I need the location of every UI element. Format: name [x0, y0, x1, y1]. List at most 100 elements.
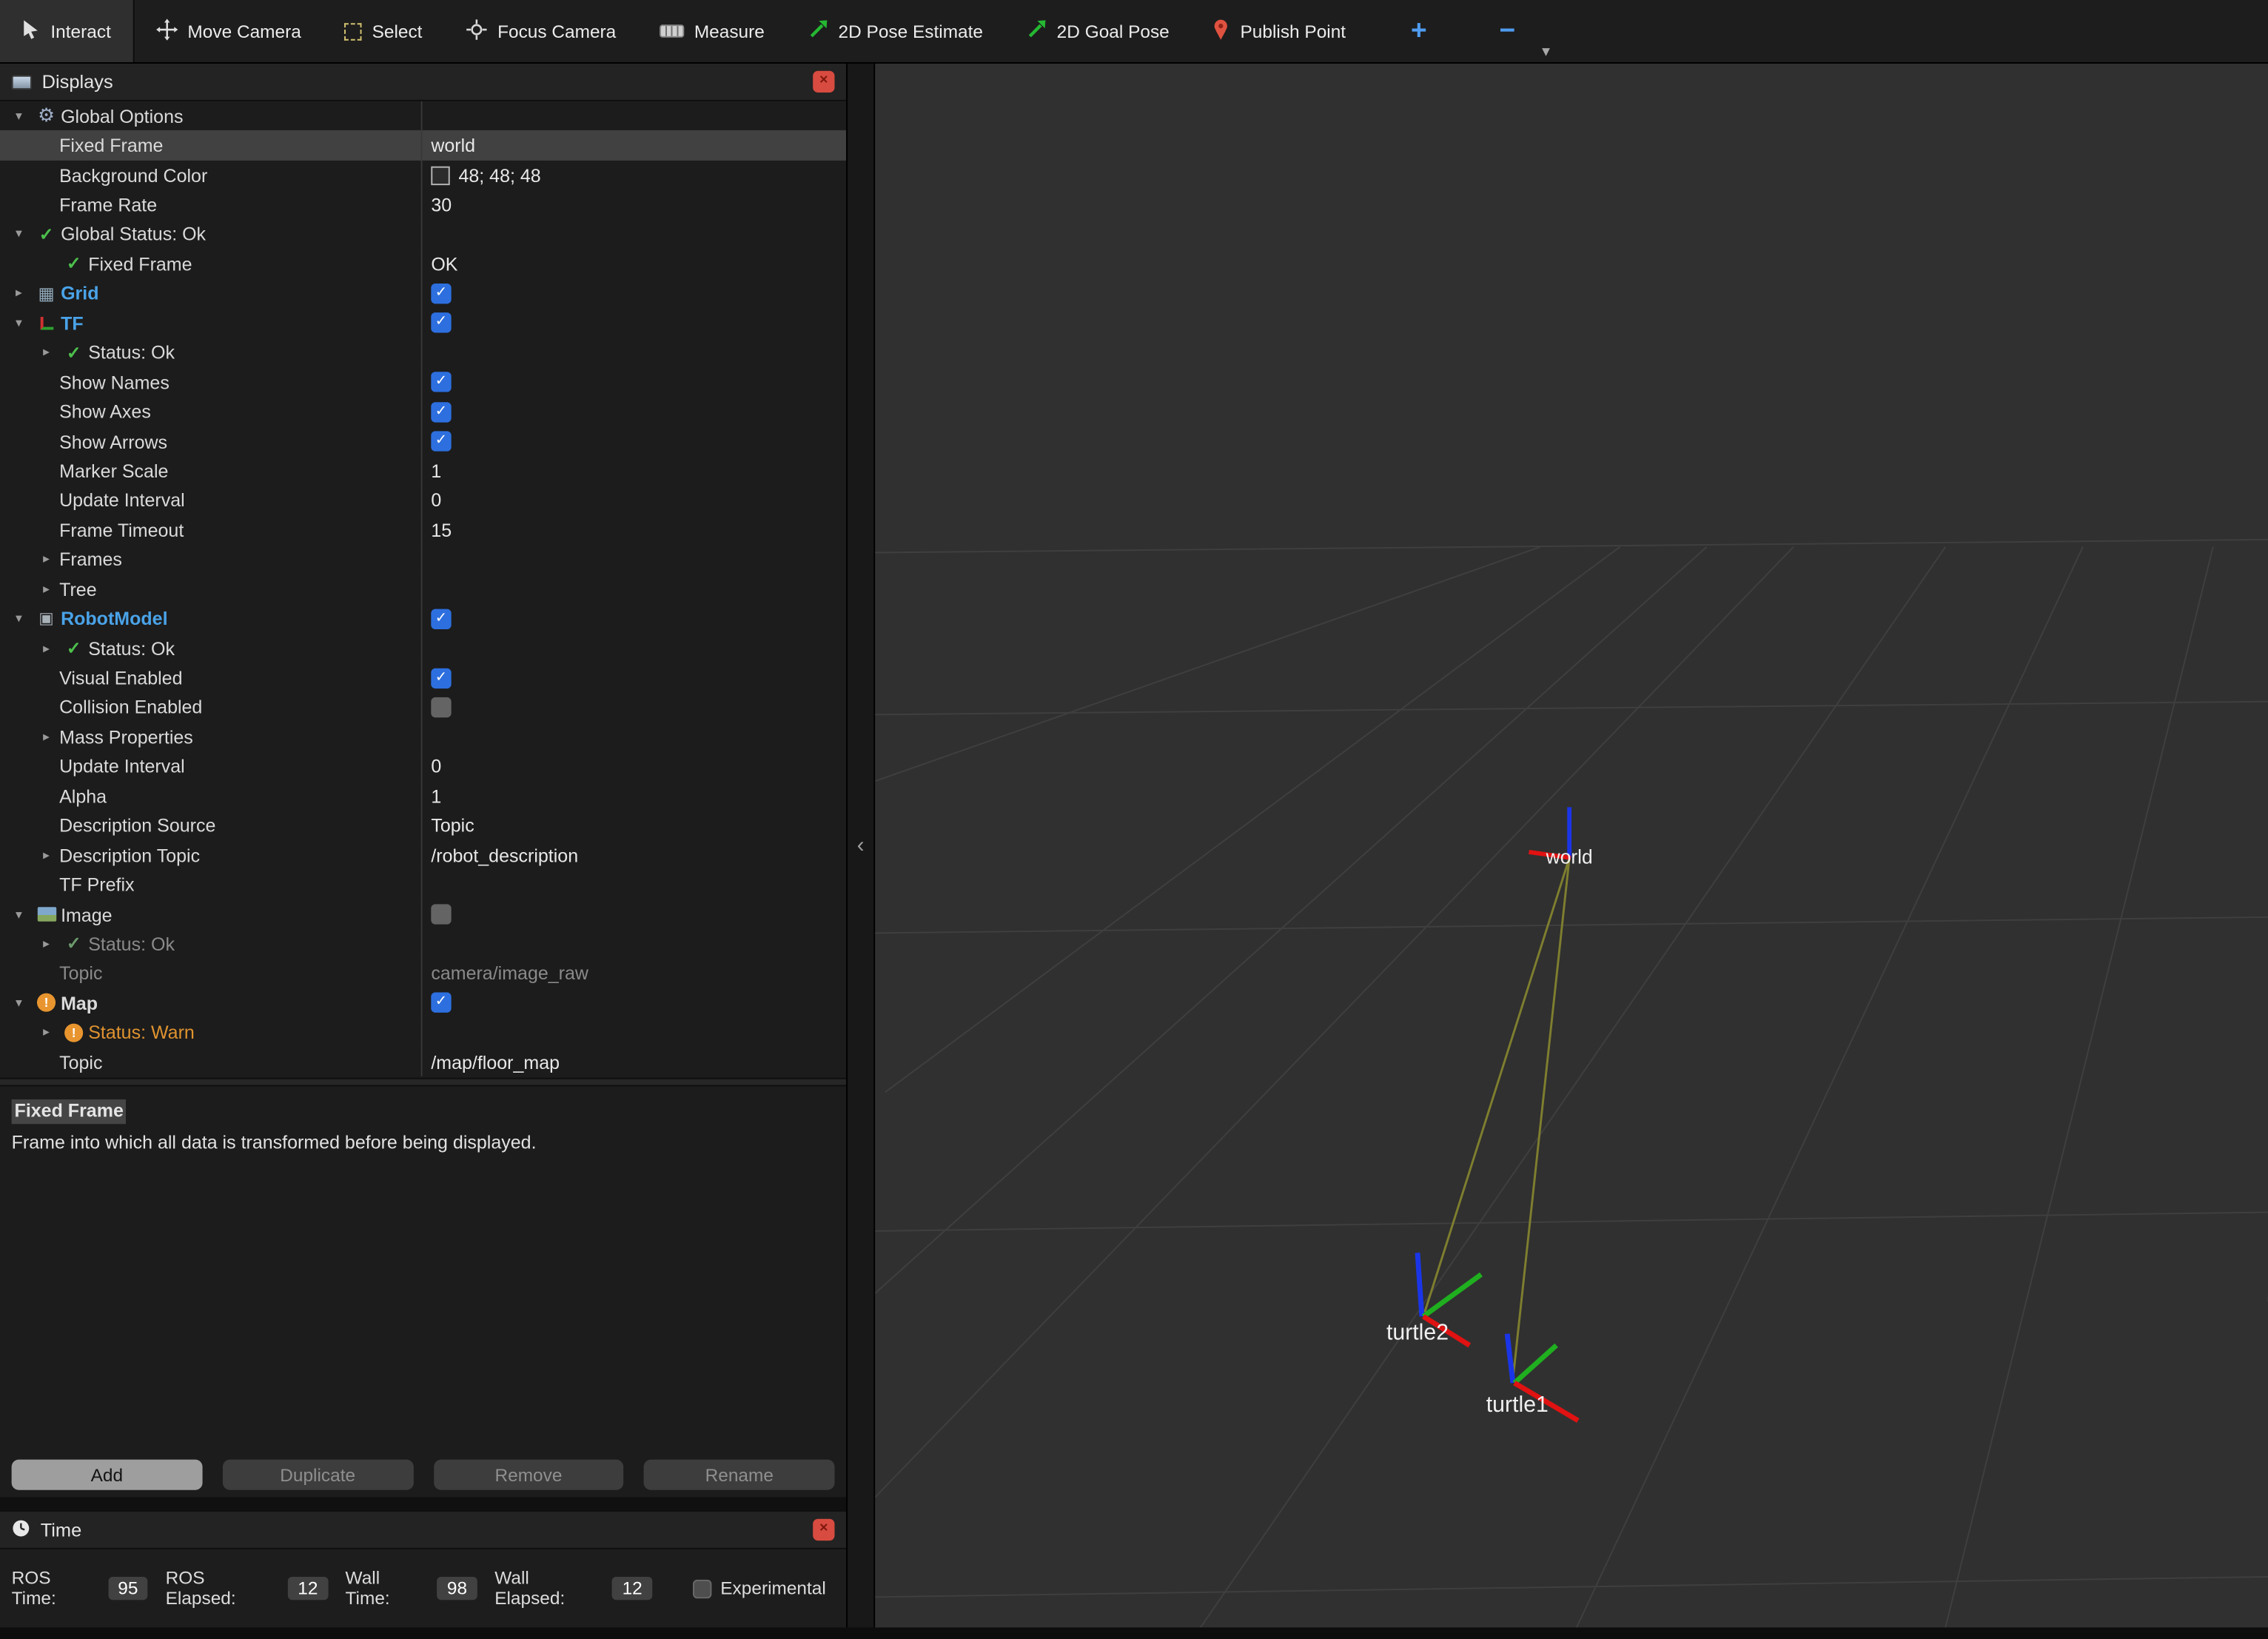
property-value[interactable]: 0: [431, 756, 441, 777]
tree-row-marker-scale[interactable]: Marker Scale 1: [0, 456, 846, 486]
property-value-cell[interactable]: ✓: [423, 278, 847, 308]
property-value[interactable]: world: [431, 135, 475, 156]
tool-2d-pose-estimate[interactable]: 2D Pose Estimate: [786, 0, 1004, 62]
property-value-cell[interactable]: [423, 338, 847, 367]
tree-row-update-interval[interactable]: Update Interval 0: [0, 485, 846, 515]
tool-measure[interactable]: Measure: [638, 0, 787, 62]
ros-time-value[interactable]: 95: [107, 1576, 149, 1601]
add-tool-button[interactable]: +: [1394, 0, 1445, 62]
3d-viewport[interactable]: world turtle2 turtle1: [875, 63, 2268, 1628]
property-value-cell[interactable]: [423, 899, 847, 929]
property-value-cell[interactable]: ✓: [423, 397, 847, 426]
property-value-cell[interactable]: camera/image_raw: [423, 959, 847, 988]
remove-tool-button[interactable]: −: [1482, 0, 1533, 62]
enabled-checkbox[interactable]: ✓: [431, 993, 452, 1013]
property-value-cell[interactable]: 15: [423, 515, 847, 545]
property-value-cell[interactable]: [423, 634, 847, 663]
tool-focus-camera[interactable]: Focus Camera: [444, 0, 638, 62]
property-value-cell[interactable]: ✓: [423, 604, 847, 634]
tree-row-global-options[interactable]: ▾ ⚙ Global Options: [0, 101, 846, 131]
rename-button[interactable]: Rename: [644, 1459, 835, 1490]
tree-row-topic[interactable]: Topic camera/image_raw: [0, 958, 847, 988]
tool-select[interactable]: Select: [323, 0, 444, 62]
tree-row-visual-enabled[interactable]: Visual Enabled ✓: [0, 663, 846, 693]
property-value[interactable]: Topic: [431, 815, 474, 837]
property-value-cell[interactable]: ✓: [423, 663, 847, 693]
enabled-checkbox[interactable]: ✓: [431, 401, 452, 422]
enabled-checkbox[interactable]: [431, 904, 452, 925]
tree-row-status-ok[interactable]: ▸ ✓ Status: Ok: [0, 633, 847, 663]
property-value-cell[interactable]: [423, 1018, 847, 1048]
tree-row-status-ok[interactable]: ▸ ✓ Status: Ok: [0, 338, 847, 368]
expander-icon[interactable]: ▸: [33, 936, 59, 951]
tool-publish-point[interactable]: Publish Point: [1191, 0, 1367, 62]
property-value-cell[interactable]: ✓: [423, 426, 847, 456]
collapse-chevron-icon[interactable]: ‹: [857, 834, 865, 858]
tool-move-camera[interactable]: Move Camera: [134, 0, 323, 62]
color-swatch[interactable]: [431, 165, 450, 185]
property-value[interactable]: 30: [431, 194, 452, 215]
displays-tree[interactable]: ▾ ⚙ Global Options Fixed Frame world Backgrou…: [0, 101, 847, 1078]
tree-row-topic[interactable]: Topic/map/floor_map: [0, 1047, 847, 1077]
3d-scene[interactable]: world turtle2 turtle1: [875, 64, 2268, 1628]
enabled-checkbox[interactable]: ✓: [431, 609, 452, 629]
tree-row-show-axes[interactable]: Show Axes ✓: [0, 397, 847, 427]
property-value-cell[interactable]: Topic: [423, 811, 847, 840]
tree-row-alpha[interactable]: Alpha 1: [0, 781, 846, 811]
property-value[interactable]: 1: [431, 460, 441, 481]
ros-elapsed-value[interactable]: 12: [287, 1576, 329, 1601]
tree-row-show-names[interactable]: Show Names ✓: [0, 367, 846, 398]
expander-icon[interactable]: ▸: [33, 640, 59, 656]
tree-row-status-ok[interactable]: ▸ ✓ Status: Ok: [0, 929, 846, 959]
expander-icon[interactable]: ▾: [6, 906, 32, 922]
enabled-checkbox[interactable]: ✓: [431, 667, 452, 688]
property-value[interactable]: 48; 48; 48: [458, 164, 540, 186]
tree-row-fixed-frame[interactable]: ✓ Fixed Frame OK: [0, 249, 847, 279]
enabled-checkbox[interactable]: [431, 697, 452, 718]
property-value-cell[interactable]: ✓: [423, 308, 847, 338]
wall-time-value[interactable]: 98: [437, 1576, 477, 1601]
tree-row-frames[interactable]: ▸ Frames: [0, 544, 846, 574]
tree-row-collision-enabled[interactable]: Collision Enabled: [0, 692, 847, 723]
tree-row-tf[interactable]: ▾ TF ✓: [0, 308, 846, 338]
property-value[interactable]: 0: [431, 489, 441, 511]
property-value-cell[interactable]: [423, 722, 847, 751]
displays-close-button[interactable]: ×: [813, 70, 835, 93]
property-value-cell[interactable]: [423, 574, 847, 604]
property-value[interactable]: OK: [431, 253, 457, 275]
tree-row-map[interactable]: ▾! Map ✓: [0, 988, 846, 1018]
tree-row-description-source[interactable]: Description Source Topic: [0, 811, 847, 841]
tree-row-robotmodel[interactable]: ▾ ▣ RobotModel ✓: [0, 603, 847, 634]
enabled-checkbox[interactable]: ✓: [431, 431, 452, 452]
property-value-cell[interactable]: /map/floor_map: [423, 1048, 847, 1077]
property-value-cell[interactable]: 1: [423, 781, 847, 811]
property-value-cell[interactable]: 30: [423, 190, 847, 220]
expander-icon[interactable]: ▸: [6, 286, 32, 301]
tool-2d-goal-pose[interactable]: 2D Goal Pose: [1004, 0, 1191, 62]
remove-button[interactable]: Remove: [433, 1459, 624, 1490]
tree-row-show-arrows[interactable]: Show Arrows ✓: [0, 426, 847, 457]
property-value-cell[interactable]: OK: [423, 249, 847, 278]
property-value-cell[interactable]: world: [423, 131, 847, 161]
property-value-cell[interactable]: [423, 101, 847, 131]
property-value[interactable]: camera/image_raw: [431, 962, 588, 984]
expander-icon[interactable]: ▸: [33, 1025, 59, 1040]
property-value-cell[interactable]: ✓: [423, 988, 847, 1018]
enabled-checkbox[interactable]: ✓: [431, 312, 452, 333]
property-value-cell[interactable]: /robot_description: [423, 840, 847, 870]
expander-icon[interactable]: ▾: [6, 227, 32, 242]
expander-icon[interactable]: ▸: [33, 847, 59, 862]
property-value[interactable]: /robot_description: [431, 845, 578, 866]
property-value[interactable]: 15: [431, 519, 452, 540]
tree-row-fixed-frame[interactable]: Fixed Frame world: [0, 130, 847, 161]
tool-interact[interactable]: Interact: [0, 0, 135, 63]
expander-icon[interactable]: ▾: [6, 995, 32, 1010]
panel-splitter[interactable]: ‹: [846, 63, 876, 1628]
property-value-cell[interactable]: [423, 870, 847, 899]
toolbar-overflow-chevron-icon[interactable]: ▾: [1542, 42, 1550, 61]
tree-row-mass-properties[interactable]: ▸ Mass Properties: [0, 722, 847, 752]
tree-row-image[interactable]: ▾ Image: [0, 899, 847, 930]
tree-row-tf-prefix[interactable]: TF Prefix: [0, 870, 847, 900]
tree-row-frame-timeout[interactable]: Frame Timeout 15: [0, 515, 846, 545]
property-value-cell[interactable]: [423, 693, 847, 723]
